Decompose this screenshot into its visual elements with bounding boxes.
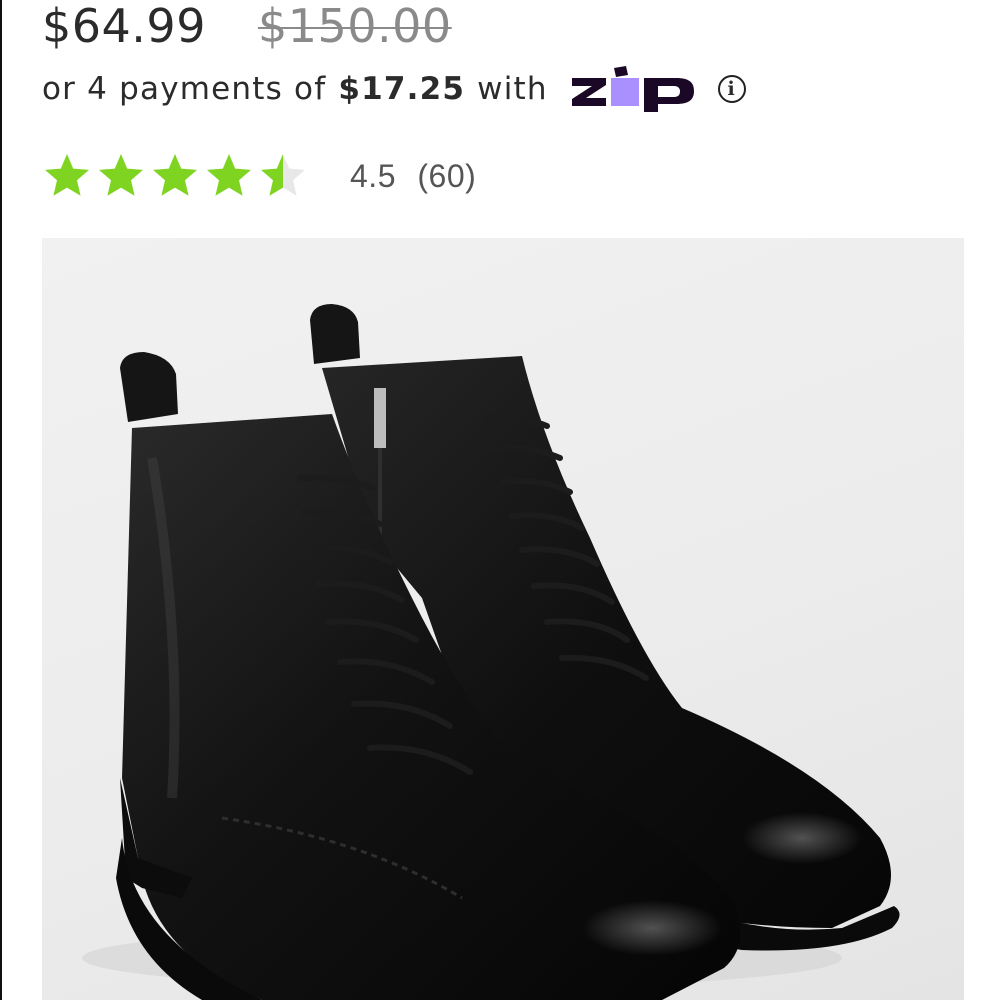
original-price: $150.00	[257, 0, 452, 53]
price-row: $64.99 $150.00	[42, 0, 452, 52]
installment-suffix: with	[477, 71, 548, 107]
installment-info: or 4 payments of $17.25 with i	[42, 66, 746, 112]
current-price: $64.99	[42, 0, 206, 53]
rating-row[interactable]: 4.5 (60)	[42, 148, 476, 204]
installment-prefix: or 4 payments of	[42, 71, 327, 107]
star-icon	[153, 154, 197, 196]
product-image[interactable]	[42, 238, 964, 1000]
star-icon	[45, 154, 89, 196]
info-icon[interactable]: i	[717, 75, 746, 103]
star-icon	[99, 154, 143, 196]
rating-summary: 4.5 (60)	[350, 158, 476, 195]
rating-value: 4.5	[350, 157, 396, 194]
zip-logo	[570, 66, 698, 112]
star-rating	[42, 151, 308, 201]
product-page: $64.99 $150.00 or 4 payments of $17.25 w…	[0, 0, 1000, 1000]
black-lace-up-leather-boots-icon	[82, 304, 900, 1000]
review-count: (60)	[417, 157, 477, 194]
star-icon	[261, 154, 305, 196]
star-icon	[207, 154, 251, 196]
zip-logo-icon	[571, 66, 694, 112]
installment-amount: $17.25	[338, 71, 466, 107]
